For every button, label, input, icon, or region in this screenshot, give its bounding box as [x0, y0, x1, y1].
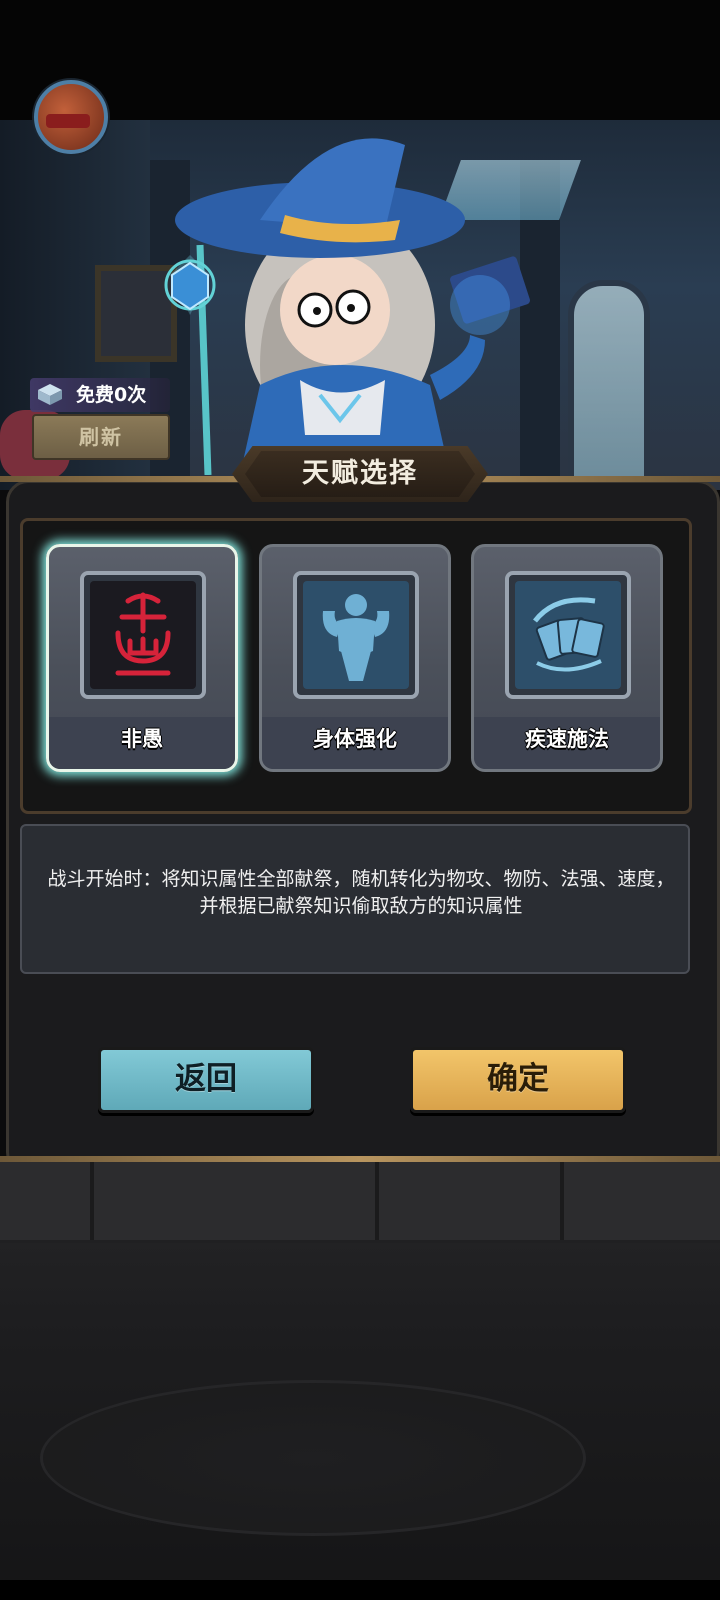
dice-cube-icon — [38, 384, 62, 405]
talent-card-label: 身体强化 — [313, 727, 397, 751]
confirm-button[interactable]: 确定 — [410, 1047, 626, 1113]
talent-description-text: 战斗开始时：将知识属性全部献祭，随机转化为物攻、物防、法强、速度，并根据已献祭知… — [47, 868, 675, 917]
talent-card-feiyu[interactable]: 非愚 — [46, 544, 238, 772]
panel-title: 天赋选择 — [302, 458, 418, 489]
stone-floor-background — [0, 1160, 720, 1600]
refresh-button[interactable]: 刷新 — [32, 414, 170, 460]
player-avatar[interactable] — [34, 80, 108, 154]
free-refresh-counter: 免费0次 — [30, 378, 170, 412]
free-refresh-text: 免费0次 — [76, 384, 147, 406]
confirm-button-label: 确定 — [487, 1061, 549, 1097]
talent-card-label: 疾速施法 — [525, 727, 609, 751]
back-button[interactable]: 返回 — [98, 1047, 314, 1113]
talent-card-body-strengthen[interactable]: 身体强化 — [259, 544, 451, 772]
talent-card-quick-cast[interactable]: 疾速施法 — [471, 544, 663, 772]
top-bar — [0, 0, 720, 125]
back-button-label: 返回 — [175, 1061, 237, 1097]
casting-cards-icon — [515, 581, 621, 689]
rune-glyph-icon — [90, 581, 196, 689]
panel-bottom-trim — [0, 1156, 720, 1162]
wizard-character-illustration — [164, 138, 530, 475]
talent-card-label: 非愚 — [121, 727, 163, 751]
muscle-body-icon — [303, 581, 409, 689]
